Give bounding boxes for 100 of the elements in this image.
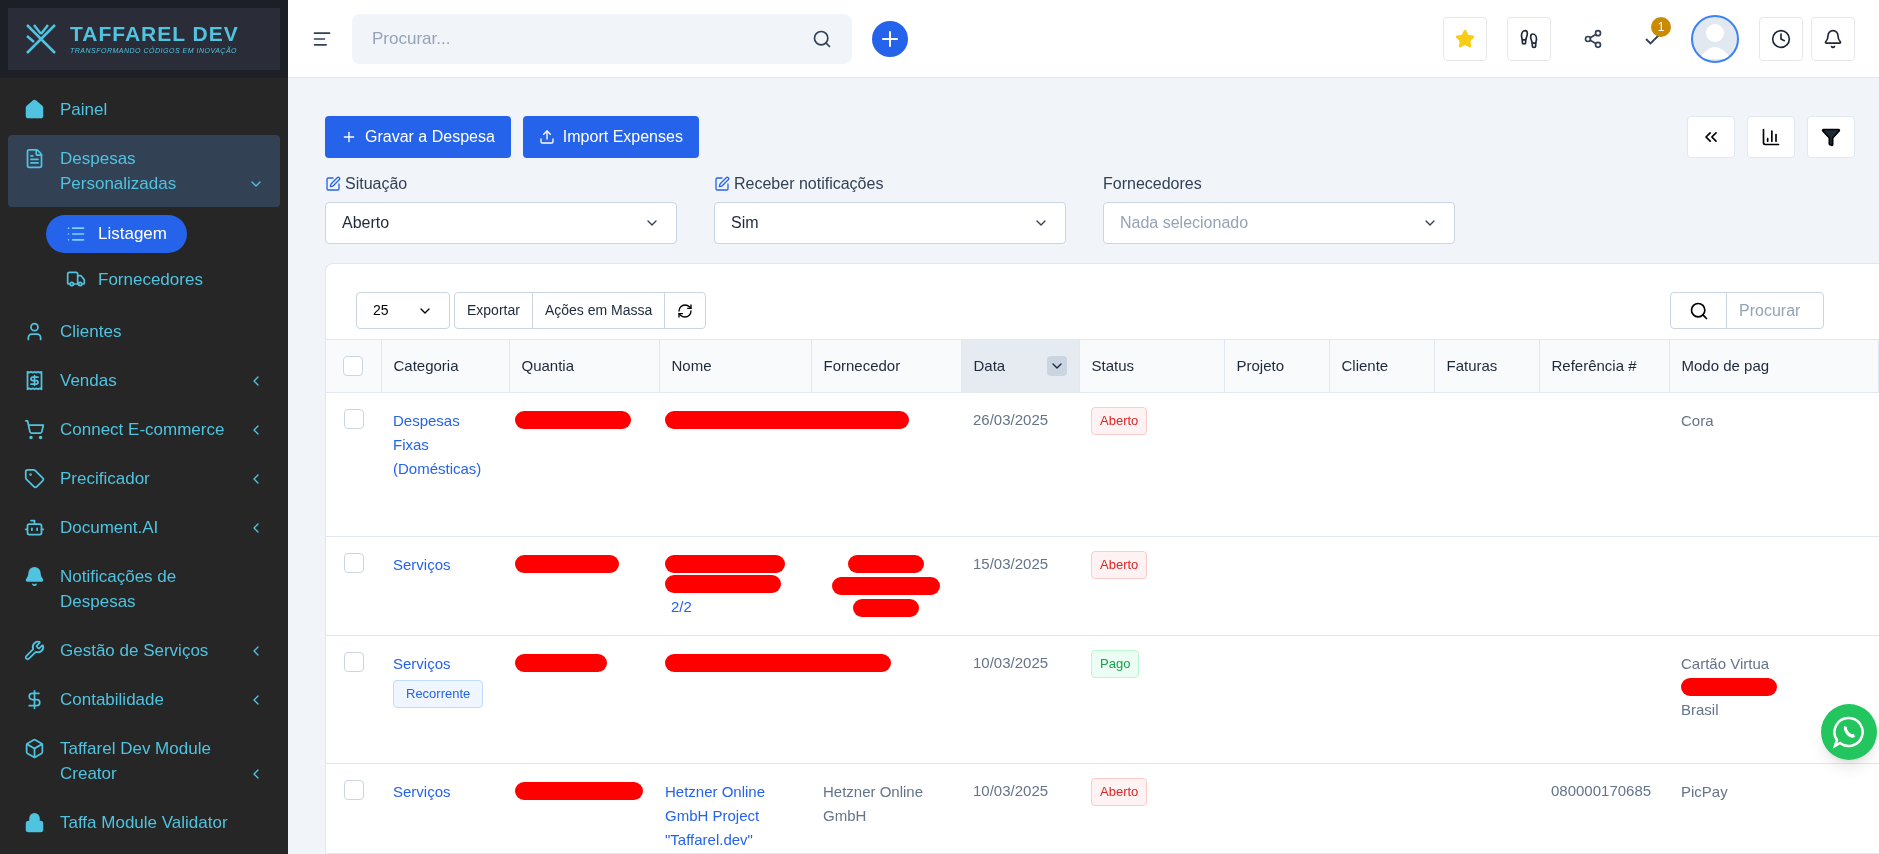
reference-text: 080000170685: [1551, 782, 1652, 799]
search-field[interactable]: Procurar...: [352, 13, 852, 64]
sidebar-item[interactable]: Notificações de Despesas: [8, 553, 280, 625]
column-header[interactable]: Modo de pag: [1669, 339, 1879, 393]
category-link[interactable]: Serviços: [393, 652, 497, 676]
chart-button[interactable]: [1747, 116, 1795, 158]
filter-icon: [1821, 127, 1841, 147]
robot-icon: [24, 517, 45, 538]
clock-icon: [1771, 28, 1791, 49]
add-expense-button[interactable]: Gravar a Despesa: [325, 116, 511, 158]
category-link[interactable]: Despesas Fixas (Domésticas): [393, 409, 497, 481]
cart-icon: [24, 419, 45, 440]
column-header[interactable]: Faturas: [1434, 339, 1539, 393]
sidebar-item[interactable]: Taffa Module Validator: [8, 799, 280, 846]
payment-method-text: Brasil: [1681, 700, 1720, 720]
checkbox[interactable]: [343, 356, 364, 376]
avatar[interactable]: [1691, 14, 1739, 63]
supplier-text: Hetzner Online GmbH: [823, 782, 925, 826]
name-link[interactable]: 2/2: [665, 595, 803, 619]
checkbox[interactable]: [343, 652, 364, 672]
footprints-icon: [1519, 28, 1539, 49]
upload-icon: [538, 129, 555, 145]
filter-button[interactable]: [1807, 116, 1855, 158]
submenu-item[interactable]: Fornecedores: [46, 260, 223, 298]
column-header[interactable]: Status: [1079, 339, 1224, 393]
edit-icon: [714, 176, 730, 192]
tags-icon: [24, 468, 45, 489]
sidebar-item[interactable]: Vendas: [8, 357, 280, 404]
payment-method-text: Cora: [1681, 411, 1715, 431]
star-icon: [1455, 28, 1475, 49]
sidebar-item[interactable]: Document.AI: [8, 504, 280, 551]
history-button[interactable]: [1759, 16, 1803, 61]
status-badge: Pago: [1091, 650, 1140, 678]
bar-chart-icon: [1761, 127, 1781, 147]
table-search-input[interactable]: Procurar: [1727, 293, 1823, 328]
payment-method-text: Cartão Virtua: [1681, 654, 1771, 674]
name-link[interactable]: Hetzner Online GmbH Project "Taffarel.dev": [665, 780, 803, 852]
date-text: 10/03/2025: [973, 782, 1049, 799]
footprints-button[interactable]: [1507, 16, 1551, 61]
sidebar-item[interactable]: Clientes: [8, 308, 280, 355]
sidebar-item[interactable]: Precificador: [8, 455, 280, 502]
category-link[interactable]: Serviços: [393, 780, 497, 804]
page-size-select[interactable]: 25: [356, 292, 450, 329]
status-badge: Aberto: [1091, 778, 1148, 806]
bulk-actions-button[interactable]: Ações em Massa: [532, 293, 666, 328]
checkbox[interactable]: [343, 780, 364, 800]
column-header[interactable]: Projeto: [1224, 339, 1329, 393]
sidebar-item[interactable]: Connect E-commerce: [8, 406, 280, 453]
sort-icon: [1046, 356, 1067, 376]
document-icon: [24, 148, 45, 169]
share-icon[interactable]: [1583, 28, 1603, 49]
search-icon: [812, 28, 832, 49]
logo-icon: [24, 22, 58, 56]
status-badge: Aberto: [1091, 551, 1148, 579]
refresh-icon: [677, 302, 694, 319]
column-header[interactable]: Cliente: [1329, 339, 1434, 393]
filter-dropdown[interactable]: Aberto: [325, 202, 677, 244]
column-header[interactable]: Nome: [659, 339, 811, 393]
receipt-icon: [24, 370, 45, 391]
checkbox[interactable]: [343, 409, 364, 429]
lock-icon: [24, 812, 45, 833]
notifications-button[interactable]: [1811, 16, 1855, 61]
house-icon: [24, 99, 45, 120]
whatsapp-icon: [1832, 715, 1866, 749]
date-text: 10/03/2025: [973, 654, 1049, 671]
table-search-field[interactable]: Procurar: [1670, 292, 1824, 329]
column-header[interactable]: Data: [961, 339, 1079, 393]
logo-title: TAFFAREL DEV: [70, 21, 239, 46]
column-header[interactable]: Categoria: [381, 339, 509, 393]
count-badge: 1: [1651, 16, 1671, 37]
filter-dropdown[interactable]: Sim: [714, 202, 1066, 244]
import-button[interactable]: Import Expenses: [522, 116, 699, 158]
search-input[interactable]: Procurar...: [372, 25, 812, 52]
sidebar-item[interactable]: Gestão de Serviços: [8, 627, 280, 674]
column-header[interactable]: Fornecedor: [811, 339, 961, 393]
bell-icon: [1823, 28, 1843, 49]
column-header[interactable]: Referência #: [1539, 339, 1669, 393]
payment-method-text: PicPay: [1681, 782, 1729, 802]
sidebar-item[interactable]: Painel: [8, 86, 280, 133]
sidebar-item[interactable]: Taffarel Dev Module Creator: [8, 725, 280, 797]
category-link[interactable]: Serviços: [393, 553, 497, 577]
date-text: 26/03/2025: [973, 411, 1049, 428]
checkbox[interactable]: [343, 553, 364, 573]
filter-label: Fornecedores: [1103, 174, 1202, 194]
bell-icon: [24, 566, 45, 587]
status-badge: Aberto: [1091, 407, 1148, 435]
plus-icon: [341, 129, 357, 145]
redaction-mark: [853, 599, 919, 617]
sidebar-item[interactable]: Contabilidade: [8, 676, 280, 723]
cube-icon: [24, 738, 45, 759]
recurring-badge: Recorrente: [393, 680, 484, 708]
add-button[interactable]: [872, 20, 908, 57]
tools-icon: [24, 640, 45, 661]
collapse-button[interactable]: [1687, 116, 1735, 158]
edit-icon: [325, 176, 341, 192]
submenu-item[interactable]: Listagem: [46, 215, 187, 253]
export-button[interactable]: Exportar: [455, 293, 533, 328]
filter-label: Receber notificações: [734, 174, 884, 194]
column-header[interactable]: Quantia: [509, 339, 659, 393]
sidebar-item[interactable]: Despesas Personalizadas: [8, 135, 280, 207]
